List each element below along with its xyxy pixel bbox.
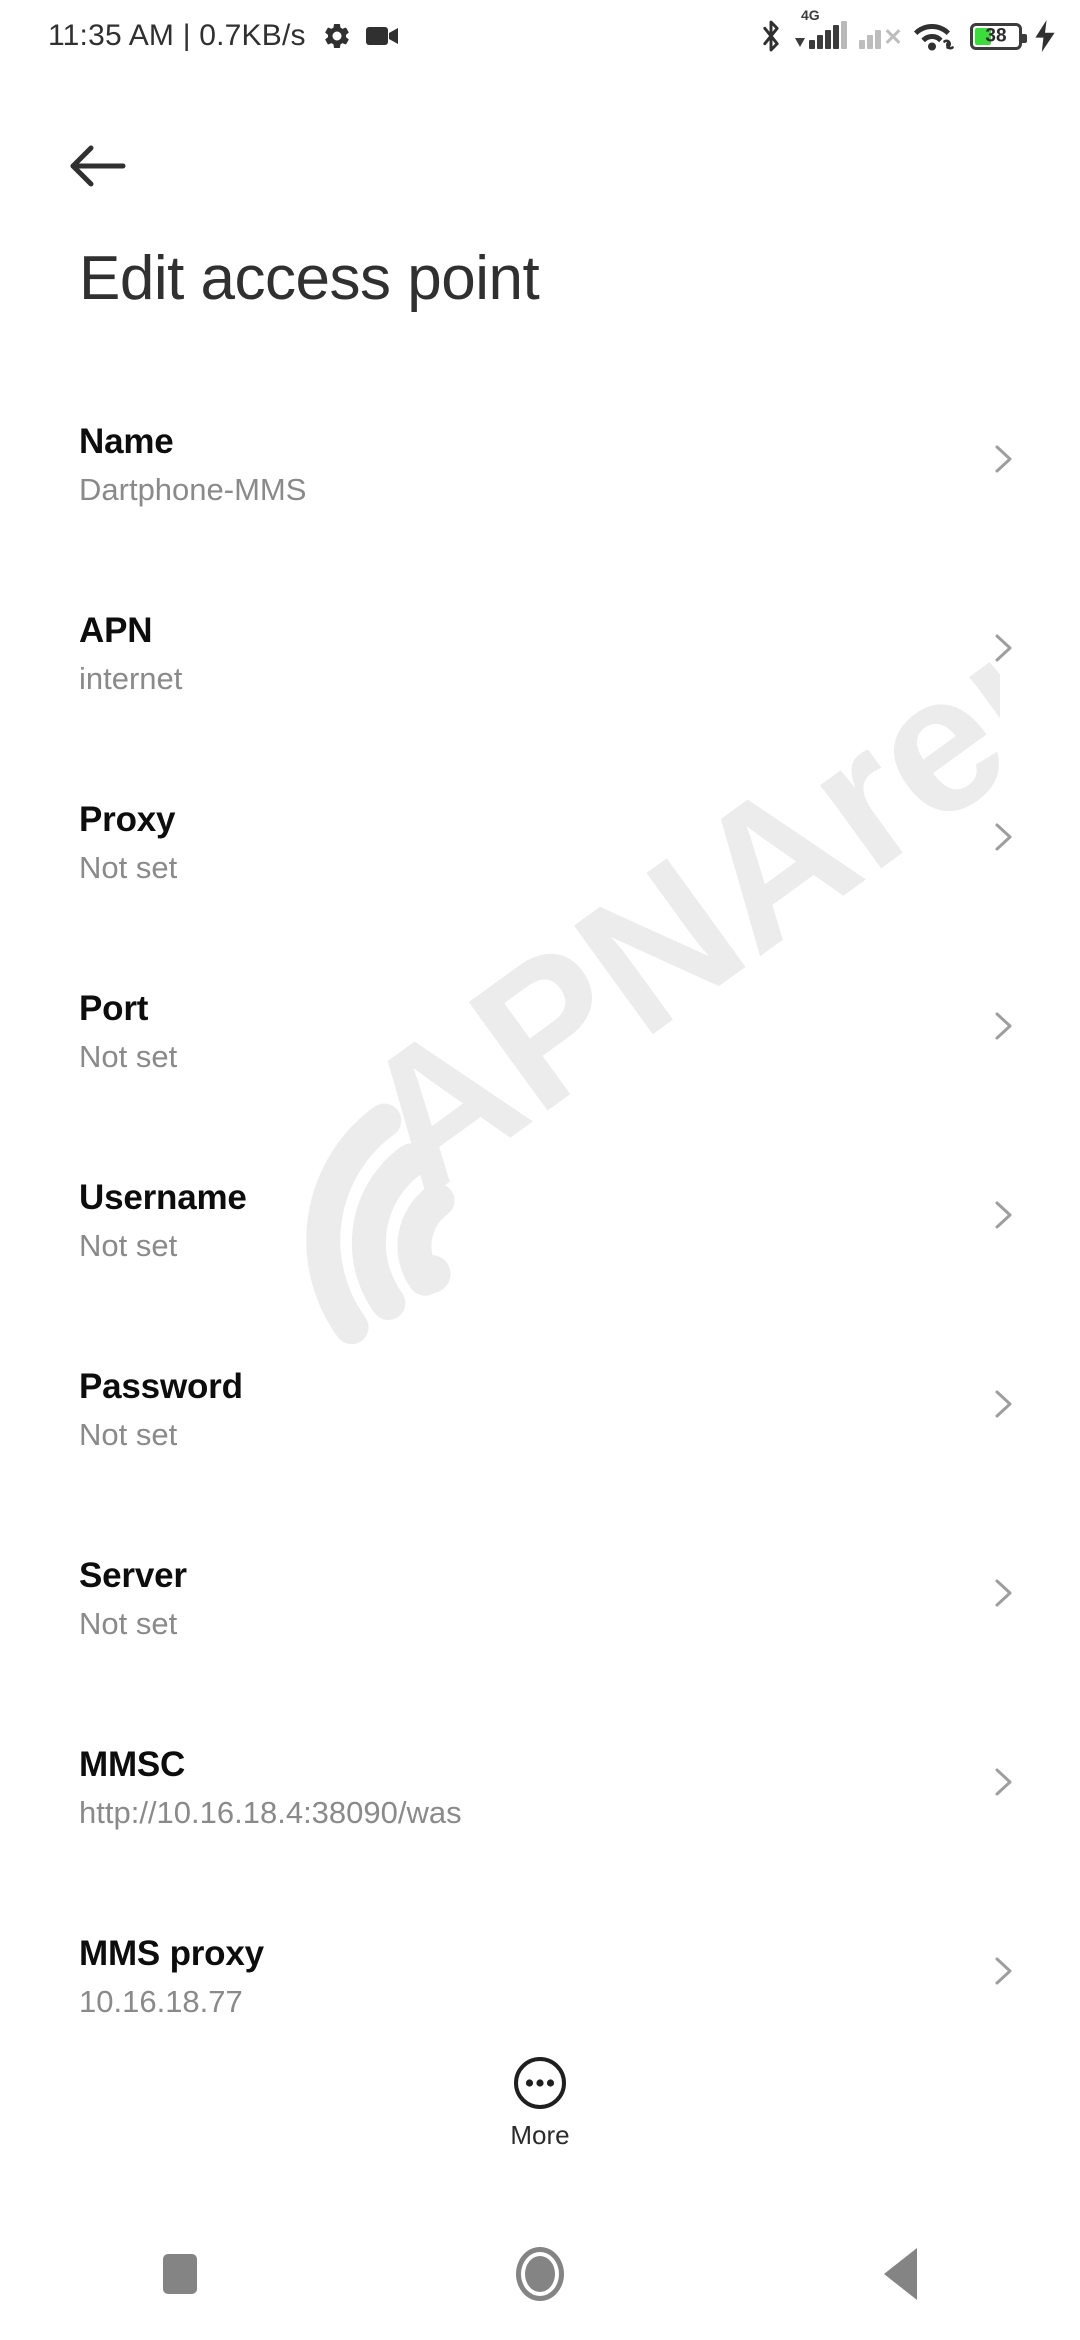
chevron-right-icon: [995, 634, 1012, 662]
back-arrow-icon: [70, 145, 126, 187]
back-triangle-icon: [883, 2248, 917, 2300]
navigation-bar: [0, 2208, 1080, 2340]
sim2-no-service-icon: [859, 23, 902, 49]
chevron-right-icon: [995, 1957, 1012, 1985]
row-text: Proxy Not set: [79, 792, 177, 888]
status-clock: 11:35 AM | 0.7KB/s: [48, 19, 306, 52]
phone-screen: APNArena 11:35 AM | 0.7KB/s 4G 38 Edit a…: [0, 0, 1080, 2340]
page-title: Edit access point: [79, 244, 540, 313]
home-circle-icon: [516, 2247, 564, 2301]
row-title: Proxy: [79, 800, 176, 839]
setting-row-mmsc[interactable]: MMSC http://10.16.18.4:38090/was: [0, 1737, 1080, 1926]
row-text: MMSC http://10.16.18.4:38090/was: [79, 1737, 462, 1833]
row-title: MMSC: [79, 1745, 186, 1784]
row-title: Password: [79, 1367, 243, 1406]
more-button[interactable]: More: [0, 2055, 1080, 2148]
row-value: 10.16.18.77: [79, 1983, 243, 2019]
row-title: Port: [79, 989, 149, 1028]
setting-row-password[interactable]: Password Not set: [0, 1359, 1080, 1548]
wifi-icon: [914, 24, 954, 51]
row-value: Not set: [79, 1227, 178, 1263]
network-type-label: 4G: [801, 7, 820, 23]
setting-row-username[interactable]: Username Not set: [0, 1170, 1080, 1359]
more-label: More: [510, 2120, 570, 2150]
row-text: Port Not set: [79, 981, 177, 1077]
charging-bolt-icon: [1035, 20, 1055, 52]
status-bar-right: 4G 38: [759, 7, 1056, 53]
recents-square-icon: [163, 2254, 197, 2294]
gear-icon: [324, 23, 349, 49]
chevron-right-icon: [995, 1768, 1012, 1796]
row-text: MMS proxy 10.16.18.77: [79, 1926, 264, 2022]
row-title: Name: [79, 422, 174, 461]
access-point-settings-list: Name Dartphone-MMS APN internet Proxy No…: [0, 414, 1080, 2115]
chevron-right-icon: [995, 1579, 1012, 1607]
nav-back-button[interactable]: [720, 2208, 1080, 2340]
chevron-right-icon: [995, 1390, 1012, 1418]
setting-row-proxy[interactable]: Proxy Not set: [0, 792, 1080, 981]
sim-x-icon: [884, 27, 902, 45]
row-text: Name Dartphone-MMS: [79, 414, 306, 510]
status-bar: 11:35 AM | 0.7KB/s 4G 38: [0, 0, 1080, 72]
nav-recents-button[interactable]: [0, 2208, 360, 2340]
row-value: Not set: [79, 1416, 178, 1452]
row-value: internet: [79, 660, 183, 696]
row-value: http://10.16.18.4:38090/was: [79, 1794, 462, 1830]
setting-row-server[interactable]: Server Not set: [0, 1548, 1080, 1737]
battery-icon: 38: [970, 22, 1027, 50]
chevron-right-icon: [995, 1201, 1012, 1229]
row-value: Not set: [79, 849, 178, 885]
row-value: Dartphone-MMS: [79, 471, 307, 507]
home-circle-inner: [525, 2256, 555, 2292]
setting-row-apn[interactable]: APN internet: [0, 603, 1080, 792]
setting-row-name[interactable]: Name Dartphone-MMS: [0, 414, 1080, 603]
video-camera-icon: [365, 27, 398, 45]
row-title: Username: [79, 1178, 247, 1217]
row-title: MMS proxy: [79, 1934, 264, 1973]
chevron-right-icon: [995, 823, 1012, 851]
row-title: Server: [79, 1556, 187, 1595]
row-text: Server Not set: [79, 1548, 187, 1644]
setting-row-port[interactable]: Port Not set: [0, 981, 1080, 1170]
row-text: Username Not set: [79, 1170, 247, 1266]
data-arrow-icon: [795, 38, 805, 47]
row-value: Not set: [79, 1605, 178, 1641]
row-text: Password Not set: [79, 1359, 243, 1455]
chevron-right-icon: [995, 445, 1012, 473]
row-title: APN: [79, 611, 153, 650]
nav-home-button[interactable]: [360, 2208, 720, 2340]
status-bar-left-icons: [322, 21, 400, 51]
chevron-right-icon: [995, 1012, 1012, 1040]
back-button[interactable]: [50, 118, 146, 214]
battery-percent-label: 38: [985, 25, 1007, 47]
more-circle-icon: [514, 2057, 566, 2109]
bluetooth-icon: [763, 20, 779, 52]
row-text: APN internet: [79, 603, 182, 699]
row-value: Not set: [79, 1038, 178, 1074]
sim1-signal-icon: 4G: [795, 7, 847, 49]
status-bar-left: 11:35 AM | 0.7KB/s: [48, 19, 400, 53]
